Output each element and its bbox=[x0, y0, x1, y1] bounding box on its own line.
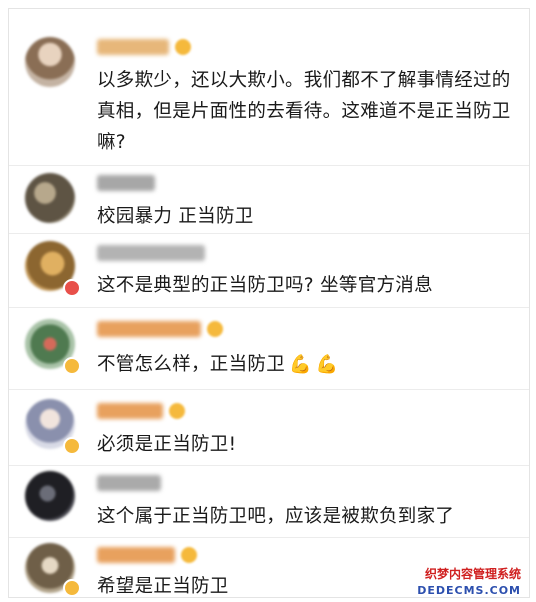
comment-text: 校园暴力 正当防卫 bbox=[97, 206, 254, 227]
comment-list: 以多欺少，还以大欺小。我们都不了解事情经过的真相，但是片面性的去看待。这难道不是… bbox=[8, 8, 530, 598]
username[interactable] bbox=[97, 175, 155, 191]
divider bbox=[9, 307, 529, 308]
watermark-title: 织梦内容管理系统 bbox=[421, 565, 524, 582]
divider bbox=[9, 233, 529, 234]
comment-text: 这个属于正当防卫吧，应该是被欺负到家了 bbox=[97, 506, 455, 527]
flexed-biceps-icon: 💪 bbox=[289, 354, 312, 375]
vip-crown-icon bbox=[181, 547, 197, 563]
comment-text: 必须是正当防卫! bbox=[97, 434, 237, 455]
flexed-biceps-icon: 💪 bbox=[315, 354, 339, 375]
vip-badge-icon bbox=[63, 357, 81, 375]
vip-crown-icon bbox=[169, 403, 185, 419]
comment-text: 不管怎么样，正当防卫 💪 💪 bbox=[97, 349, 517, 380]
vip-badge-icon bbox=[63, 579, 81, 597]
username[interactable] bbox=[97, 403, 163, 419]
divider bbox=[9, 465, 529, 466]
vip-crown-icon bbox=[207, 321, 223, 337]
username[interactable] bbox=[97, 39, 169, 55]
username[interactable] bbox=[97, 321, 201, 337]
username[interactable] bbox=[97, 547, 175, 563]
verified-badge-icon bbox=[63, 279, 81, 297]
divider bbox=[9, 537, 529, 538]
divider bbox=[9, 165, 529, 166]
comment-text: 以多欺少，还以大欺小。我们都不了解事情经过的真相，但是片面性的去看待。这难道不是… bbox=[97, 70, 511, 153]
vip-badge-icon bbox=[63, 437, 81, 455]
divider bbox=[9, 389, 529, 390]
vip-crown-icon bbox=[175, 39, 191, 55]
username[interactable] bbox=[97, 475, 161, 491]
user-avatar[interactable] bbox=[25, 471, 75, 521]
comment-text-body: 不管怎么样，正当防卫 bbox=[97, 354, 286, 375]
watermark-url: DEDECMS.COM bbox=[414, 584, 524, 597]
user-avatar[interactable] bbox=[25, 173, 75, 223]
comment-text: 这不是典型的正当防卫吗? 坐等官方消息 bbox=[97, 275, 433, 296]
user-avatar[interactable] bbox=[25, 37, 75, 87]
username[interactable] bbox=[97, 245, 205, 261]
